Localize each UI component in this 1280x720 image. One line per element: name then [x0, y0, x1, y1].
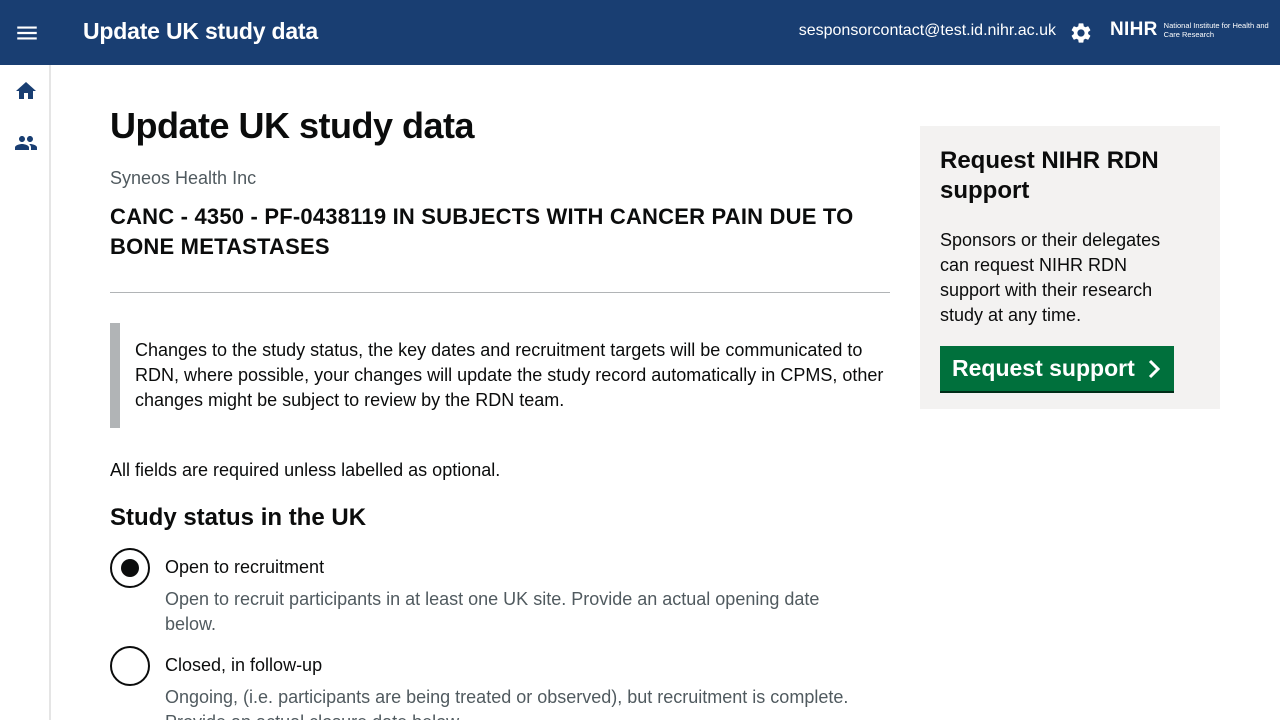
- user-email: sesponsorcontact@test.id.nihr.ac.uk: [798, 22, 1056, 39]
- study-status-heading: Study status in the UK: [110, 504, 367, 531]
- radio-hint: Open to recruit participants in at least…: [165, 589, 820, 634]
- radio-hint: Ongoing, (i.e. participants are being tr…: [165, 687, 849, 720]
- chevron-right-icon: [1148, 359, 1160, 378]
- radio-label[interactable]: Closed, in follow-up: [165, 655, 322, 676]
- users-icon[interactable]: [14, 131, 38, 155]
- request-support-button[interactable]: Request support: [940, 346, 1174, 391]
- organisation-name: Syneos Health Inc: [110, 168, 257, 188]
- top-header: Update UK study data sesponsorcontact@te…: [0, 0, 1280, 65]
- inset-text: Changes to the study status, the key dat…: [110, 323, 890, 428]
- radio-label[interactable]: Open to recruitment: [165, 557, 324, 578]
- radio-button-open[interactable]: [110, 548, 150, 588]
- page-title: Update UK study data: [110, 105, 475, 146]
- logo-subtitle: National Institute for Health and Care R…: [1163, 21, 1269, 39]
- section-divider: [110, 292, 890, 293]
- required-fields-note: All fields are required unless labelled …: [110, 460, 501, 480]
- gear-icon[interactable]: [1069, 21, 1093, 45]
- menu-icon[interactable]: [14, 20, 40, 46]
- study-title: CANC - 4350 - PF-0438119 IN SUBJECTS WIT…: [110, 204, 854, 259]
- support-panel-text: Sponsors or their delegates can request …: [940, 230, 1161, 325]
- home-icon[interactable]: [14, 79, 38, 103]
- logo-mark: NIHR: [1110, 19, 1158, 40]
- nihr-logo[interactable]: NIHR National Institute for Health and C…: [1110, 18, 1274, 42]
- support-panel-title: Request NIHR RDN support: [940, 147, 1159, 204]
- support-panel: Request NIHR RDN support Sponsors or the…: [920, 126, 1220, 409]
- radio-button-closed[interactable]: [110, 646, 150, 686]
- app-title: Update UK study data: [83, 18, 318, 44]
- side-navigation: [0, 65, 51, 720]
- request-support-label: Request support: [952, 355, 1135, 381]
